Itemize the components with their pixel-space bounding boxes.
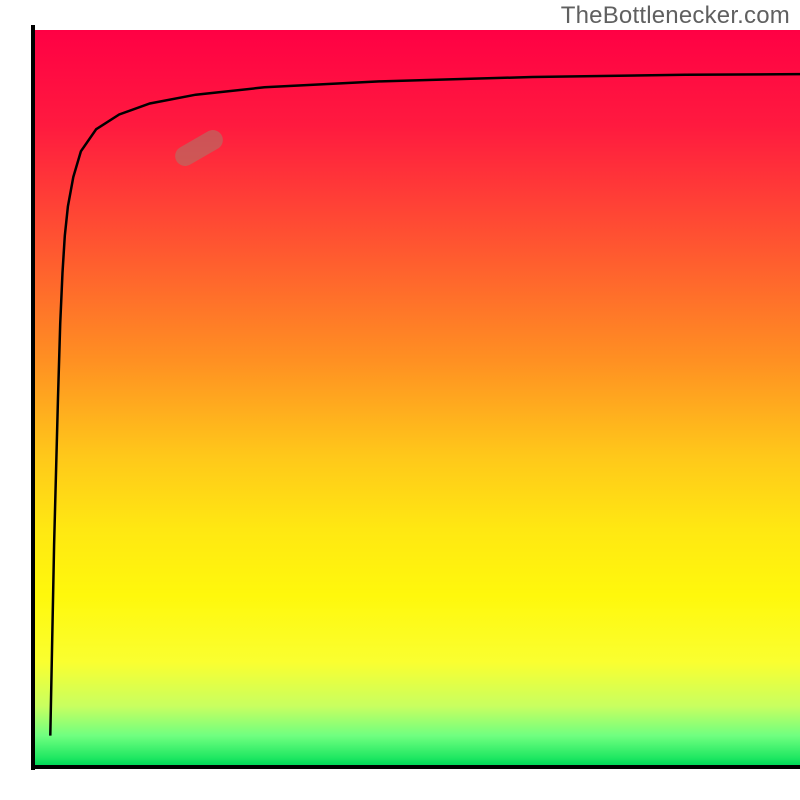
chart-stage: TheBottlenecker.com: [0, 0, 800, 800]
x-axis: [31, 765, 800, 769]
plot-gradient-area: [35, 30, 800, 765]
watermark-text: TheBottlenecker.com: [561, 2, 790, 30]
y-axis: [31, 25, 35, 770]
